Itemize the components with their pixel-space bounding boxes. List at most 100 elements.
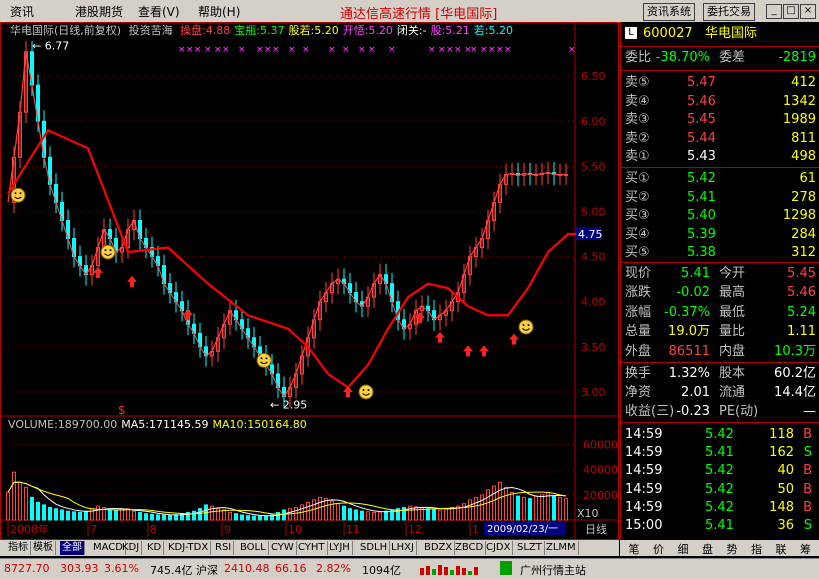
volume-bar [78, 511, 82, 521]
indicator-tab[interactable]: KDJ [120, 541, 143, 555]
detail-tab[interactable]: 筹 [794, 541, 818, 557]
detail-tab[interactable]: 笔 [622, 541, 646, 557]
minimize-icon[interactable]: _ [766, 4, 782, 19]
sh-pct: 3.61% [104, 562, 139, 575]
tick-side: S [803, 445, 812, 461]
volume-legend: VOLUME:189700.00 MA5:171145.59 MA10:150164… [8, 418, 311, 431]
indicator-tab[interactable]: KDJ-TDX [166, 541, 212, 555]
stat-value: -0.02 [676, 285, 710, 301]
signal-marker: × [438, 45, 446, 55]
order-level-label: 卖① [625, 149, 650, 165]
wei-cha-value: -2819 [778, 50, 816, 65]
indicator-tab[interactable]: 指标 [6, 541, 31, 555]
indicator-tab[interactable]: CJDX [484, 541, 514, 555]
menu-hk-futures[interactable]: 港股期货 [75, 3, 123, 20]
tick-time: 14:59 [625, 445, 663, 461]
volume-bar [222, 509, 226, 521]
indicator-tab[interactable]: BDZX [422, 541, 456, 555]
signal-marker: × [568, 45, 576, 55]
tick-price: 5.41 [705, 518, 734, 533]
detail-tab[interactable]: 联 [769, 541, 793, 557]
indicator-tab[interactable]: RSI [213, 541, 235, 555]
order-volume: 1298 [782, 208, 816, 224]
stat-row: 总量 19.0万 量比 1.11 [621, 323, 819, 341]
fundamental-row: 收益(三) -0.23 PE(动) — [621, 403, 819, 421]
volume-bar [354, 509, 358, 521]
fundamental-value: 1.32% [668, 366, 710, 381]
signal-marker: × [488, 45, 496, 55]
trade-button[interactable]: 委托交易 [703, 3, 755, 21]
volume-bar [564, 498, 568, 521]
indicator-tab[interactable]: SLZT [515, 541, 545, 555]
legend-item: 操盘:4.88 [180, 24, 231, 37]
volume-bar [414, 506, 418, 521]
indicator-tab[interactable]: KD [145, 541, 165, 555]
maximize-icon[interactable]: □ [783, 4, 799, 19]
wei-bi-value: -38.70% [655, 50, 710, 65]
server-name: 广州行情主站 [520, 564, 586, 577]
detail-tab[interactable]: 势 [720, 541, 744, 557]
signal-marker: × [288, 45, 296, 55]
indicator-tab[interactable]: LHXJ [389, 541, 417, 555]
volume-bar [216, 508, 220, 521]
fundamental-row: 换手 1.32% 股本 60.2亿 [621, 365, 819, 383]
stock-code: 600027 [643, 26, 693, 41]
stat-row: 外盘 86511 内盘 10.3万 [621, 343, 819, 361]
volume-tick-label: 60000 [583, 439, 618, 452]
indicator-tab[interactable]: ZBCD [453, 541, 487, 555]
up-arrow-icon [183, 309, 193, 321]
info-system-button[interactable]: 资讯系统 [643, 3, 695, 21]
stat-label: 总量 [625, 324, 652, 340]
indicator-tab[interactable]: CYW [269, 541, 297, 555]
fundamental-value: — [803, 404, 816, 419]
detail-tab[interactable]: 盘 [696, 541, 720, 557]
volume-bar [516, 495, 520, 521]
indicator-tab[interactable]: LYJH [327, 541, 353, 555]
tick-row: 14:59 5.42 40 B [621, 462, 819, 480]
indicator-tab[interactable]: ZLMM [544, 541, 579, 555]
order-price: 5.46 [687, 93, 716, 109]
order-price: 5.43 [687, 149, 716, 165]
signal-marker: × [302, 45, 310, 55]
order-volume: 1342 [782, 93, 816, 109]
quote-panel: L 600027 华电国际 委比 -38.70% 委差 -2819 卖⑤ 5.47… [620, 22, 819, 540]
close-icon[interactable]: × [800, 4, 816, 19]
signal-marker: × [454, 45, 462, 55]
menu-bar: 资讯 港股期货 查看(V) 帮助(H) 通达信高速行情 [华电国际] 资讯系统 … [0, 0, 819, 23]
indicator-tab[interactable]: 全部 [60, 541, 85, 555]
signal-marker: × [504, 45, 512, 55]
tick-volume: 40 [777, 463, 794, 479]
menu-view[interactable]: 查看(V) [138, 3, 180, 20]
fundamental-value: 60.2亿 [774, 366, 816, 381]
volume-bar [108, 509, 112, 521]
signal-marker: × [328, 45, 336, 55]
tick-volume: 118 [769, 427, 794, 442]
legend-item: 宝瓶:5.37 [234, 24, 285, 37]
stat-value: 86511 [668, 343, 710, 359]
tick-price: 5.41 [705, 445, 734, 461]
smiley-icon [100, 244, 116, 260]
tick-time: 14:59 [625, 463, 663, 479]
order-ratio-row: 委比 -38.70% 委差 -2819 [621, 49, 819, 67]
indicator-tab[interactable]: 模板 [31, 541, 56, 555]
indicator-tab[interactable]: SDLH [358, 541, 391, 555]
tick-time: 14:59 [625, 481, 663, 497]
volume-bar [366, 511, 370, 521]
up-arrow-icon [435, 331, 445, 343]
volume-bar [372, 511, 376, 521]
detail-tab[interactable]: 价 [647, 541, 671, 557]
volume-bar [6, 491, 10, 521]
menu-info[interactable]: 资讯 [10, 3, 34, 20]
sz-amount: 1094亿 [362, 564, 401, 577]
detail-tab[interactable]: 细 [671, 541, 695, 557]
volume-bar [42, 504, 46, 521]
stat-row: 涨跌 -0.02 最高 5.46 [621, 284, 819, 302]
menu-help[interactable]: 帮助(H) [198, 3, 240, 20]
fundamental-label: 收益(三) [625, 404, 675, 419]
indicator-tab[interactable]: BOLL [238, 541, 269, 555]
detail-tab[interactable]: 指 [745, 541, 769, 557]
indicator-tab[interactable]: CYHT [296, 541, 328, 555]
price-tick-label: 6.50 [581, 70, 606, 83]
kline-chart[interactable]: × × × × × × × × × × × × × × × × × × × × × × × × × × × × ← 6.77 ← 2.95… [0, 22, 619, 540]
volume-bar [114, 510, 118, 521]
